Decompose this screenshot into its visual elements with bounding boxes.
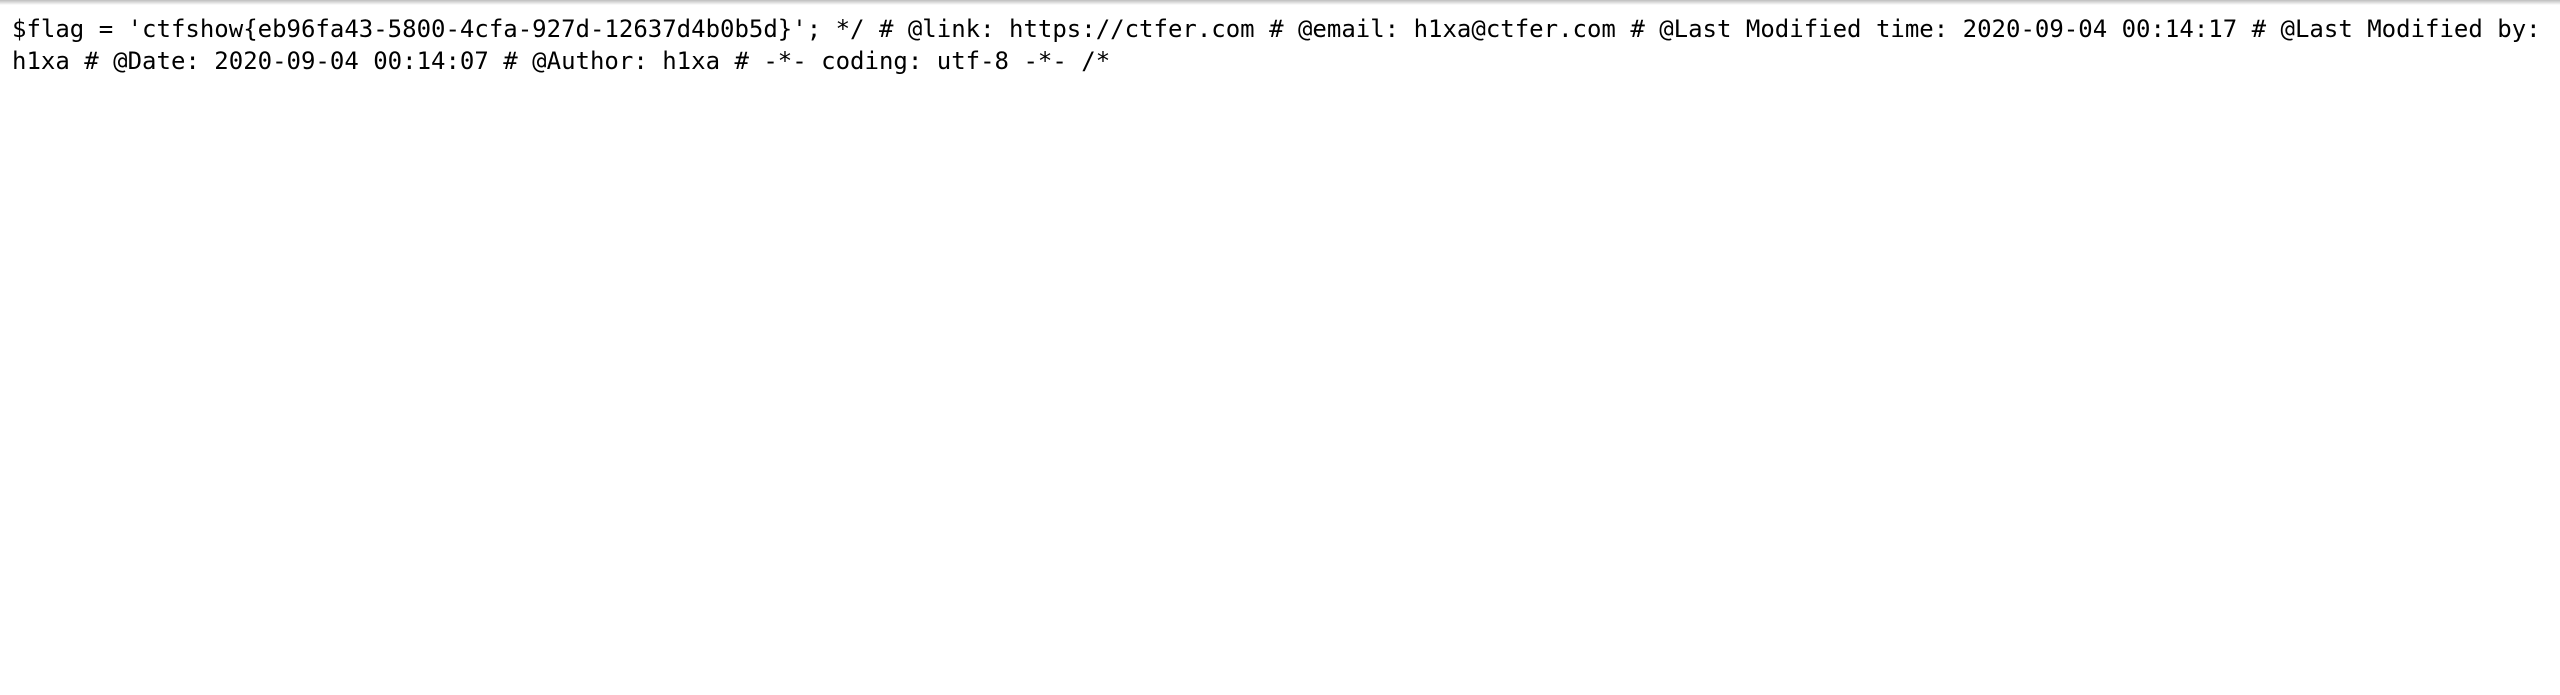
page-source-text: $flag = 'ctfshow{eb96fa43-5800-4cfa-927d…: [12, 15, 2541, 75]
browser-page: $flag = 'ctfshow{eb96fa43-5800-4cfa-927d…: [0, 0, 2560, 695]
top-edge-shadow: [0, 0, 2560, 5]
